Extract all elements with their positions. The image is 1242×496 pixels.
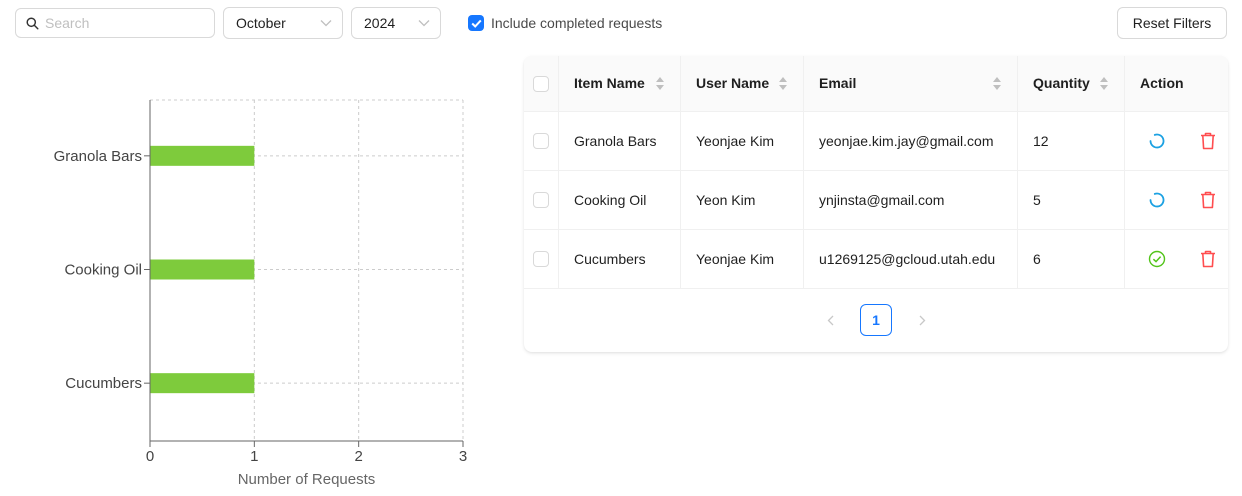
column-header-user-name[interactable]: User Name [680, 56, 803, 112]
item-name-cell: Cucumbers [558, 229, 680, 289]
table-row: Cooking Oil Yeon Kim ynjinsta@gmail.com … [524, 170, 1228, 230]
y-tick-label: Granola Bars [54, 148, 142, 165]
y-tick-label: Cooking Oil [64, 262, 142, 279]
chevron-down-icon [418, 19, 430, 27]
page-number-button[interactable]: 1 [860, 304, 892, 336]
x-tick-label: 0 [146, 448, 154, 465]
user-name-cell: Yeonjae Kim [680, 111, 803, 171]
month-select-value: October [236, 15, 286, 31]
sort-icon[interactable] [779, 76, 787, 90]
quantity-cell: 5 [1017, 170, 1124, 230]
x-tick-label: 1 [250, 448, 258, 465]
table-header-row: Item Name User Name Email Quantity Actio… [524, 56, 1228, 112]
select-all-cell [524, 56, 558, 112]
search-icon [26, 16, 39, 30]
column-header-label: User Name [696, 75, 770, 92]
row-checkbox[interactable] [533, 133, 549, 150]
row-checkbox[interactable] [533, 251, 549, 268]
reset-filters-button[interactable]: Reset Filters [1117, 7, 1227, 39]
sort-icon[interactable] [656, 76, 664, 90]
table-row: Granola Bars Yeonjae Kim yeonjae.kim.jay… [524, 111, 1228, 171]
requests-table: Item Name User Name Email Quantity Actio… [524, 56, 1228, 289]
row-select-cell [524, 111, 558, 171]
item-name-cell: Granola Bars [558, 111, 680, 171]
month-select[interactable]: October [223, 7, 343, 39]
bar [150, 145, 255, 166]
row-select-cell [524, 229, 558, 289]
chart-bars [150, 145, 255, 394]
include-completed-label: Include completed requests [491, 15, 663, 31]
year-select-value: 2024 [364, 15, 396, 31]
check-icon [471, 19, 482, 28]
delete-icon[interactable] [1200, 191, 1216, 209]
user-name-cell: Yeonjae Kim [680, 229, 803, 289]
quantity-cell: 6 [1017, 229, 1124, 289]
chevron-left-icon [827, 315, 833, 325]
requests-bar-chart: Granola Bars Cooking Oil Cucumbers 0 1 2 3 Num… [54, 99, 468, 488]
column-header-item-name[interactable]: Item Name [558, 56, 680, 112]
quantity-cell: 12 [1017, 111, 1124, 171]
action-cell [1124, 229, 1228, 289]
chart-x-axis-label: Number of Requests [238, 471, 376, 488]
column-header-email[interactable]: Email [803, 56, 1017, 112]
year-select[interactable]: 2024 [351, 7, 441, 39]
column-header-label: Email [819, 75, 857, 92]
include-completed-checkbox[interactable] [468, 15, 484, 31]
action-cell [1124, 111, 1228, 171]
loading-icon[interactable] [1148, 132, 1166, 150]
action-cell [1124, 170, 1228, 230]
chart-labels: Granola Bars Cooking Oil Cucumbers 0 1 2 3 [54, 148, 468, 465]
search-box[interactable] [15, 8, 215, 38]
requests-table-card: Item Name User Name Email Quantity Actio… [524, 56, 1228, 352]
next-page-button[interactable] [906, 304, 938, 336]
x-tick-label: 3 [459, 448, 467, 465]
y-tick-label: Cucumbers [65, 375, 142, 392]
user-name-cell: Yeon Kim [680, 170, 803, 230]
bar [150, 259, 255, 280]
sort-icon[interactable] [993, 76, 1001, 90]
column-header-action: Action [1124, 56, 1228, 112]
delete-icon[interactable] [1200, 250, 1216, 268]
bar [150, 373, 255, 394]
row-checkbox[interactable] [533, 192, 549, 209]
email-cell: u1269125@gcloud.utah.edu [803, 229, 1017, 289]
row-select-cell [524, 170, 558, 230]
column-header-quantity[interactable]: Quantity [1017, 56, 1124, 112]
chevron-down-icon [320, 19, 332, 27]
check-circle-icon[interactable] [1148, 250, 1166, 268]
include-completed-toggle[interactable]: Include completed requests [468, 14, 662, 32]
table-row: Cucumbers Yeonjae Kim u1269125@gcloud.ut… [524, 229, 1228, 289]
sort-icon[interactable] [1100, 76, 1108, 90]
column-header-label: Quantity [1033, 75, 1090, 92]
select-all-checkbox[interactable] [533, 75, 549, 92]
email-cell: yeonjae.kim.jay@gmail.com [803, 111, 1017, 171]
column-header-label: Item Name [574, 75, 645, 92]
loading-icon[interactable] [1148, 191, 1166, 209]
previous-page-button[interactable] [814, 304, 846, 336]
email-cell: ynjinsta@gmail.com [803, 170, 1017, 230]
item-name-cell: Cooking Oil [558, 170, 680, 230]
x-tick-label: 2 [354, 448, 362, 465]
delete-icon[interactable] [1200, 132, 1216, 150]
chevron-right-icon [919, 315, 925, 325]
column-header-label: Action [1140, 75, 1184, 92]
pagination: 1 [524, 304, 1228, 336]
search-input[interactable] [45, 15, 205, 31]
